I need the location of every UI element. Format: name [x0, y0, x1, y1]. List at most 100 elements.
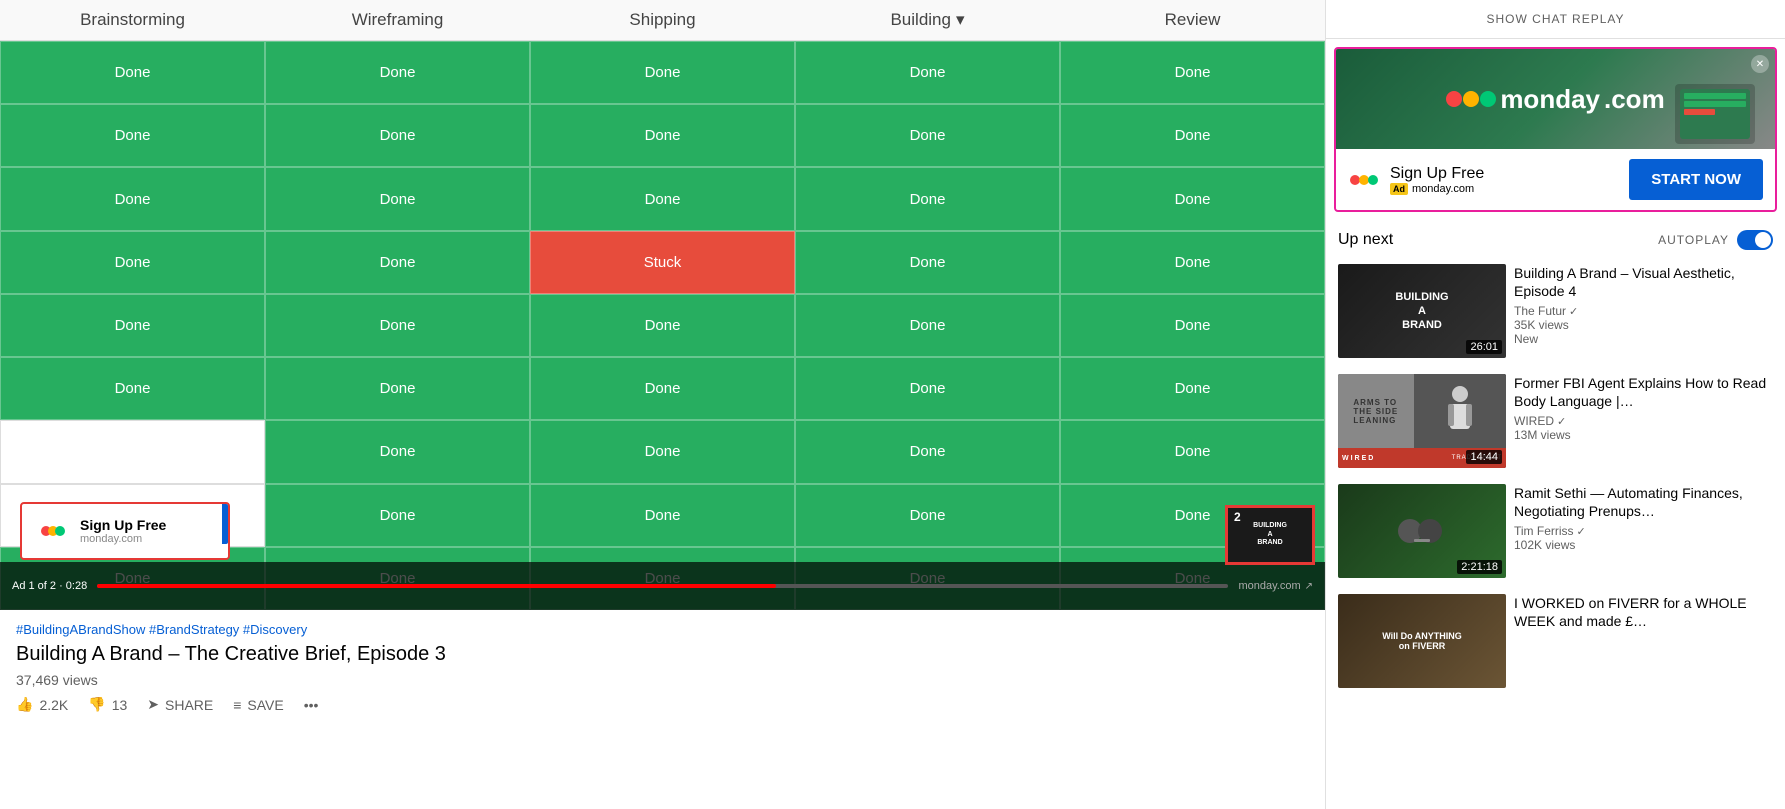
table-row: Done Done Done Done Done — [0, 294, 1325, 357]
video-thumbnail: 2:21:18 — [1338, 484, 1506, 578]
ad-banner[interactable]: monday .com ✕ — [1334, 47, 1777, 212]
save-button[interactable]: ≡ SAVE — [233, 697, 283, 713]
channel-name: WIRED ✓ — [1514, 414, 1773, 428]
cell: Done — [530, 104, 795, 167]
cell: Done — [530, 484, 795, 547]
ad-overlay[interactable]: Sign Up Free monday.com — [20, 502, 230, 560]
cell: Done — [265, 104, 530, 167]
ad-indicator: Ad 1 of 2 · 0:28 — [12, 580, 87, 592]
autoplay-label: AUTOPLAY — [1658, 233, 1729, 247]
cell: Done — [0, 41, 265, 104]
list-item[interactable]: ARMS TOTHE SIDELEANING WIRED T — [1326, 366, 1785, 476]
cell-empty — [0, 420, 265, 483]
cell: Done — [1060, 41, 1325, 104]
cell: Done — [0, 231, 265, 294]
list-item[interactable]: BUILDINGABRAND 26:01 Building A Brand – … — [1326, 256, 1785, 366]
tablet-mockup — [1675, 84, 1755, 144]
like-count: 2.2K — [39, 697, 68, 713]
dislike-count: 13 — [112, 697, 128, 713]
video-title-item: Ramit Sethi — Automating Finances, Negot… — [1514, 484, 1773, 520]
like-button[interactable]: 👍 2.2K — [16, 696, 68, 713]
video-meta: Former FBI Agent Explains How to Read Bo… — [1514, 374, 1773, 468]
table-row: Done Done Done Done Done — [0, 357, 1325, 420]
channel-name: The Futur ✓ — [1514, 304, 1773, 318]
up-next-header: Up next AUTOPLAY — [1326, 220, 1785, 256]
col-review: Review — [1060, 10, 1325, 30]
cell: Done — [795, 294, 1060, 357]
list-item[interactable]: Will Do ANYTHINGon FIVERR I WORKED on FI… — [1326, 586, 1785, 696]
ad-title: Sign Up Free — [80, 517, 166, 533]
video-controls: Ad 1 of 2 · 0:28 monday.com ↗ — [0, 562, 1325, 610]
cell: Done — [530, 294, 795, 357]
hashtags[interactable]: #BuildingABrandShow #BrandStrategy #Disc… — [16, 622, 1309, 637]
cell: Done — [795, 167, 1060, 230]
video-player: Brainstorming Wireframing Shipping Build… — [0, 0, 1325, 610]
cell: Done — [265, 420, 530, 483]
list-item[interactable]: 2:21:18 Ramit Sethi — Automating Finance… — [1326, 476, 1785, 586]
cell: Done — [1060, 294, 1325, 357]
cell: Done — [0, 104, 265, 167]
cell: Done — [795, 420, 1060, 483]
more-button[interactable]: ••• — [304, 697, 319, 713]
monday-small-logo — [1348, 164, 1380, 196]
view-count-item: 35K views — [1514, 318, 1773, 332]
ad-overlay-logo — [36, 514, 70, 548]
cell: Done — [265, 294, 530, 357]
cell: Done — [265, 167, 530, 230]
video-title: Building A Brand – The Creative Brief, E… — [16, 643, 1309, 666]
mini-preview: 2 BUILDINGABRAND — [1225, 505, 1315, 565]
ad-title-sidebar: Sign Up Free — [1390, 165, 1484, 183]
video-title-item: Building A Brand – Visual Aesthetic, Epi… — [1514, 264, 1773, 300]
table-row: Done Done Done Done — [0, 420, 1325, 483]
cell: Done — [1060, 420, 1325, 483]
cell: Done — [795, 104, 1060, 167]
video-meta: Building A Brand – Visual Aesthetic, Epi… — [1514, 264, 1773, 358]
video-thumbnail: ARMS TOTHE SIDELEANING WIRED T — [1338, 374, 1506, 468]
cell: Done — [0, 357, 265, 420]
cell: Done — [1060, 104, 1325, 167]
cell: Done — [795, 41, 1060, 104]
monday-logo-large: monday .com — [1446, 84, 1664, 115]
save-icon: ≡ — [233, 697, 241, 713]
sidebar: SHOW CHAT REPLAY monday .com ✕ — [1325, 0, 1785, 809]
share-icon: ➤ — [147, 696, 159, 713]
cell: Done — [1060, 357, 1325, 420]
cell: Done — [265, 484, 530, 547]
main-layout: Brainstorming Wireframing Shipping Build… — [0, 0, 1785, 809]
ad-domain: monday.com — [80, 533, 166, 545]
view-count-item: 102K views — [1514, 538, 1773, 552]
duration-badge: 26:01 — [1466, 340, 1502, 354]
thumbs-up-icon: 👍 — [16, 696, 33, 713]
col-building: Building ▾ — [795, 10, 1060, 30]
video-meta: I WORKED on FIVERR for a WHOLE WEEK and … — [1514, 594, 1773, 688]
cell: Done — [795, 484, 1060, 547]
cell: Done — [265, 231, 530, 294]
duration-badge: 14:44 — [1466, 450, 1502, 464]
chat-replay-button[interactable]: SHOW CHAT REPLAY — [1326, 0, 1785, 39]
cell: Done — [1060, 167, 1325, 230]
table-row: Done Done Done Done Done — [0, 104, 1325, 167]
cell-stuck: Stuck — [530, 231, 795, 294]
ad-bar — [222, 504, 228, 544]
ad-banner-bottom: Sign Up Free Ad monday.com START NOW — [1336, 149, 1775, 210]
progress-bar[interactable] — [97, 584, 1228, 588]
cell: Done — [795, 357, 1060, 420]
thumbs-down-icon: 👎 — [88, 696, 105, 713]
video-thumbnail: BUILDINGABRAND 26:01 — [1338, 264, 1506, 358]
ad-domain-control: monday.com ↗ — [1238, 580, 1313, 592]
ad-label: Ad monday.com — [1390, 183, 1484, 195]
cell: Done — [0, 294, 265, 357]
ad-banner-info: Sign Up Free Ad monday.com — [1348, 164, 1484, 196]
col-brainstorming: Brainstorming — [0, 10, 265, 30]
more-icon: ••• — [304, 697, 319, 713]
dislike-button[interactable]: 👎 13 — [88, 696, 127, 713]
autoplay-toggle[interactable] — [1737, 230, 1773, 250]
start-now-button[interactable]: START NOW — [1629, 159, 1763, 200]
video-area: Brainstorming Wireframing Shipping Build… — [0, 0, 1325, 809]
cell: Done — [530, 41, 795, 104]
share-button[interactable]: ➤ SHARE — [147, 696, 213, 713]
ad-banner-image: monday .com ✕ — [1336, 49, 1775, 149]
ad-close-button[interactable]: ✕ — [1751, 55, 1769, 73]
new-badge: New — [1514, 332, 1773, 346]
view-count-item: 13M views — [1514, 428, 1773, 442]
